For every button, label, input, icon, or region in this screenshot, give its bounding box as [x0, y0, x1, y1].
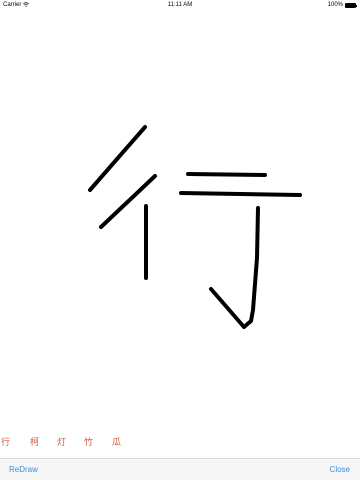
battery-icon [345, 2, 357, 8]
redraw-button[interactable]: ReDraw [9, 459, 38, 480]
candidate-4[interactable]: 竹 [83, 435, 94, 448]
candidate-list: 行 柯 灯 竹 瓜 [0, 432, 360, 450]
candidate-1[interactable]: 行 [0, 435, 11, 448]
status-bar: Carrier 11:11 AM 100% [0, 0, 360, 10]
stroke-right-top [186, 172, 267, 177]
bottom-toolbar: ReDraw Close [0, 458, 360, 480]
candidate-3[interactable]: 灯 [56, 435, 67, 448]
handwritten-character [88, 125, 302, 329]
stroke-right-hook [209, 206, 260, 329]
battery-percent: 100% [327, 2, 343, 8]
candidate-2[interactable]: 柯 [29, 435, 40, 448]
stroke-left-top [88, 125, 147, 192]
battery-level-fill [346, 3, 355, 7]
status-battery-group: 100% [327, 0, 357, 10]
close-button[interactable]: Close [330, 459, 350, 480]
stroke-right-middle [179, 191, 302, 197]
status-time: 11:11 AM [167, 2, 193, 8]
drawing-canvas[interactable] [0, 10, 360, 430]
candidate-5[interactable]: 瓜 [111, 435, 122, 448]
